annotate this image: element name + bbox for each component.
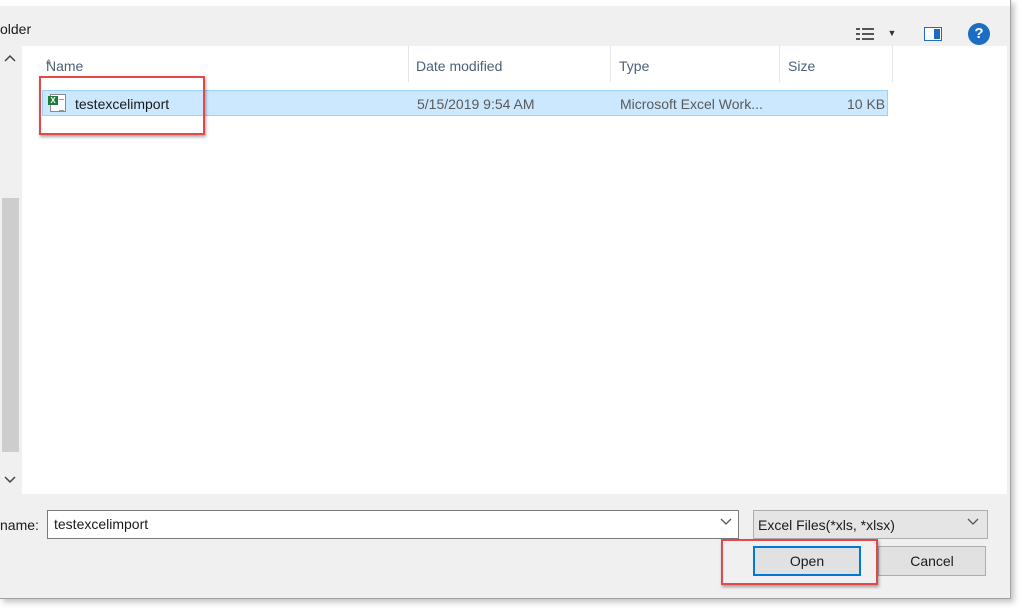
highlight-file-annotation [39,76,205,135]
column-header-size[interactable]: Size [780,46,893,82]
help-icon[interactable]: ? [968,23,990,45]
chevron-down-icon[interactable]: ▼ [886,27,898,39]
scroll-down-icon[interactable] [3,474,17,488]
file-type-filter-label: Excel Files(*xls, *xlsx) [758,517,895,533]
column-header-label: Type [619,58,650,74]
command-bar: older ▼ ? [0,6,1010,46]
file-name-input[interactable] [52,515,716,533]
cancel-button[interactable]: Cancel [878,546,986,576]
file-name-combobox[interactable] [47,510,739,539]
column-header-type[interactable]: Type [611,46,780,82]
new-folder-button[interactable]: older [0,21,31,37]
chevron-down-icon[interactable] [967,517,979,529]
column-header-label: Date modified [416,58,503,74]
preview-pane-icon[interactable] [924,27,942,41]
file-type: Microsoft Excel Work... [620,96,763,112]
column-header-label: Size [788,58,816,74]
scrollbar-thumb[interactable] [2,198,19,452]
column-header-label: Name [46,58,84,74]
file-date-modified: 5/15/2019 9:54 AM [417,96,535,112]
chevron-down-icon[interactable] [720,517,732,529]
file-name-label: name: [0,517,39,533]
scroll-up-icon[interactable] [3,52,17,66]
vertical-scrollbar[interactable] [0,46,22,494]
file-type-filter[interactable]: Excel Files(*xls, *xlsx) [753,510,988,539]
sort-ascending-icon: ^ [46,58,52,70]
file-size: 10 KB [847,96,886,112]
details-view-icon[interactable] [856,27,876,41]
column-header-date[interactable]: Date modified [408,46,611,82]
highlight-open-annotation [721,539,878,585]
